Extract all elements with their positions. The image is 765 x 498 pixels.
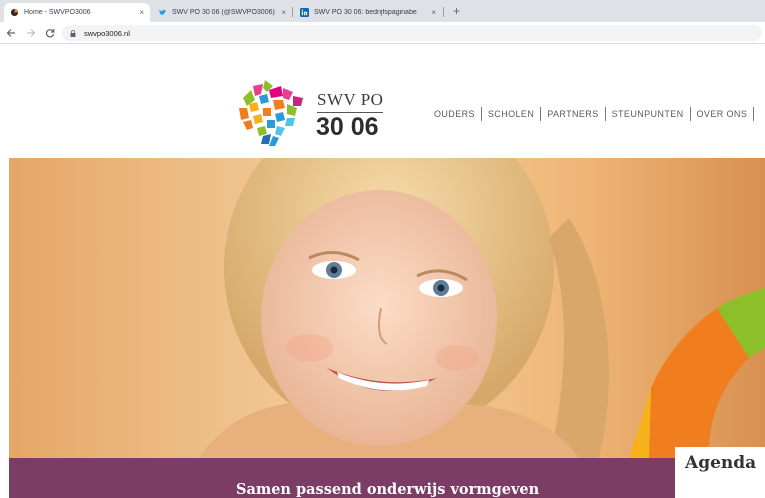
tab-title: Home - SWVPO3006 (24, 9, 91, 16)
close-icon[interactable]: × (281, 8, 286, 17)
site-favicon (10, 8, 19, 17)
lock-icon (70, 29, 76, 37)
tab-title: SWV PO 30 06: bedrijfspaginabe (314, 9, 417, 16)
nav-item-steunpunten[interactable]: STEUNPUNTEN (612, 109, 684, 119)
forward-icon[interactable] (26, 28, 36, 38)
tab-title: SWV PO 30 06 (@SWVPO3006) / (172, 9, 276, 16)
hero-image (9, 158, 765, 458)
nav-separator (480, 107, 482, 121)
close-icon[interactable]: × (139, 8, 144, 17)
nav-item-partners[interactable]: PARTNERS (547, 109, 598, 119)
agenda-heading[interactable]: Agenda (685, 453, 756, 473)
tab-twitter[interactable]: SWV PO 30 06 (@SWVPO3006) / × (152, 3, 292, 22)
address-bar: swvpo3006.nl (0, 22, 765, 44)
main-navigation: OUDERS SCHOLEN PARTNERS STEUNPUNTEN OVER… (434, 107, 760, 121)
nav-separator (540, 107, 542, 121)
tab-linkedin[interactable]: SWV PO 30 06: bedrijfspaginabe × (294, 3, 442, 22)
reload-icon[interactable] (45, 28, 55, 38)
new-tab-button[interactable]: + (453, 4, 460, 18)
browser-tab-bar: Home - SWVPO3006 × SWV PO 30 06 (@SWVPO3… (0, 0, 765, 22)
brand-name-bottom: 30 06 (316, 113, 379, 141)
close-icon[interactable]: × (431, 8, 436, 17)
nav-separator (604, 107, 606, 121)
url-input[interactable]: swvpo3006.nl (62, 25, 762, 41)
tab-divider (443, 7, 444, 17)
brand-name-top: SWV PO (317, 90, 384, 109)
hero-photo (9, 158, 765, 458)
nav-item-scholen[interactable]: SCHOLEN (488, 109, 534, 119)
url-text: swvpo3006.nl (84, 28, 130, 38)
swv-logo-icon[interactable] (237, 78, 309, 148)
back-icon[interactable] (6, 28, 16, 38)
tagline-text: Samen passend onderwijs vormgeven (236, 481, 540, 498)
tab-divider (292, 7, 293, 17)
nav-item-over-ons[interactable]: OVER ONS (697, 109, 748, 119)
nav-separator (753, 107, 755, 121)
tab-home[interactable]: Home - SWVPO3006 × (4, 3, 150, 22)
linkedin-icon (300, 8, 309, 17)
nav-separator (689, 107, 691, 121)
nav-item-ouders[interactable]: OUDERS (434, 109, 475, 119)
twitter-icon (158, 9, 167, 15)
